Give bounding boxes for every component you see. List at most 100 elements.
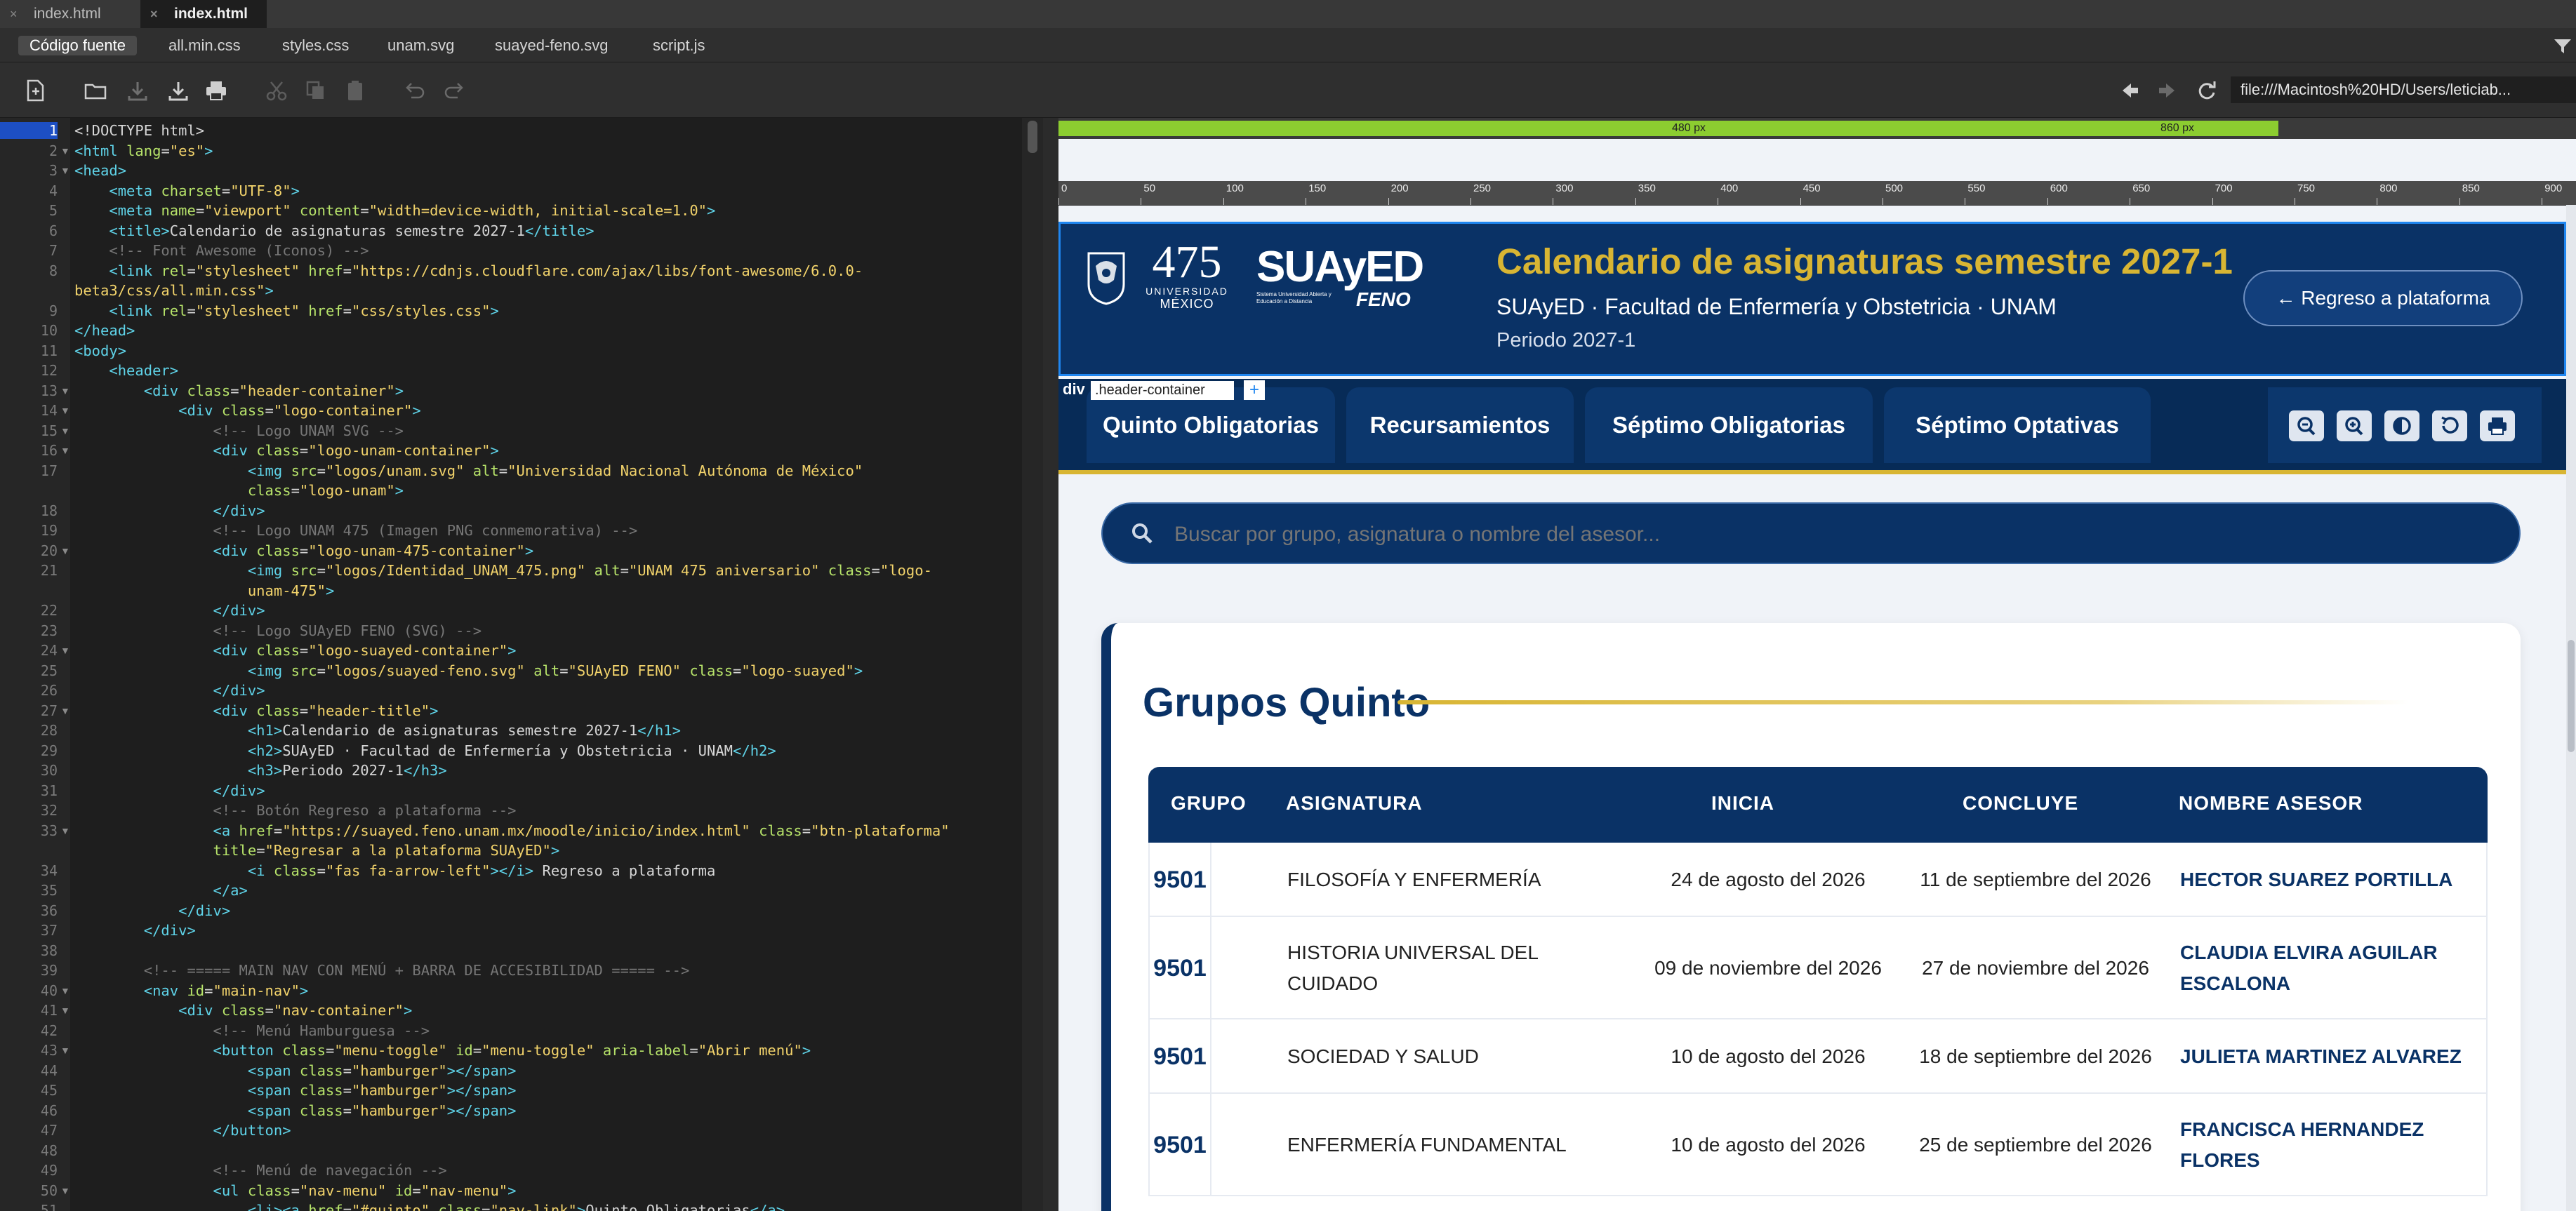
document-tab-label: index.html (34, 6, 101, 22)
undo-icon[interactable] (401, 78, 427, 103)
fold-arrow-icon[interactable]: ▼ (60, 825, 70, 836)
group-number: 9501 (1153, 867, 1207, 893)
fold-arrow-icon[interactable]: ▼ (60, 985, 70, 996)
table-row[interactable]: 9501 SOCIEDAD Y SALUD 10 de agosto del 202… (1148, 1019, 2488, 1094)
code-line: <link rel="stylesheet" href="https://cdn… (109, 262, 863, 279)
line-number: 17 (40, 462, 58, 479)
code-line: <span class="hamburger"></span> (247, 1082, 517, 1099)
subject-name: ENFERMERÍA FUNDAMENTAL (1287, 1134, 1567, 1156)
line-number: 44 (40, 1062, 58, 1079)
end-date: 11 de septiembre del 2026 (1920, 869, 2151, 890)
copy-icon[interactable] (303, 78, 328, 103)
code-line: <div class="header-container"> (143, 382, 404, 399)
line-number: 10 (40, 322, 58, 339)
fold-arrow-icon[interactable]: ▼ (60, 145, 70, 156)
code-line: <img src="logos/unam.svg" alt="Universid… (247, 462, 863, 479)
ruler-label: 0 (1061, 182, 1068, 194)
end-date: 25 de septiembre del 2026 (1919, 1134, 2152, 1156)
tab-recursamientos[interactable]: Recursamientos (1346, 387, 1574, 463)
column-header-asesor: NOMBRE ASESOR (2179, 792, 2363, 814)
fold-arrow-icon[interactable]: ▼ (60, 705, 70, 716)
line-number: 16 (40, 442, 58, 459)
fold-arrow-icon[interactable]: ▼ (60, 1045, 70, 1056)
code-line: <img src="logos/suayed-feno.svg" alt="SU… (247, 662, 863, 679)
related-file-source-code[interactable]: Código fuente (18, 36, 137, 55)
url-field[interactable]: file:///Macintosh%20HD/Users/leticiab... (2231, 76, 2576, 103)
line-number: 41 (40, 1002, 58, 1019)
split-divider[interactable] (1043, 118, 1058, 1211)
line-number: 19 (40, 522, 58, 539)
close-icon[interactable]: × (10, 0, 18, 28)
print-icon[interactable] (204, 78, 229, 103)
feno-logo-text: FENO (1356, 288, 1411, 310)
fold-arrow-icon[interactable]: ▼ (60, 1005, 70, 1016)
close-icon[interactable]: × (150, 0, 158, 28)
code-line: <span class="hamburger"></span> (247, 1062, 517, 1079)
fold-arrow-icon[interactable]: ▼ (60, 385, 70, 396)
code-line: <div class="logo-suayed-container"> (213, 642, 517, 659)
code-line: <nav id="main-nav"> (143, 982, 309, 999)
new-file-icon[interactable] (22, 78, 48, 103)
forward-icon[interactable] (2155, 78, 2180, 103)
fold-arrow-icon[interactable]: ▼ (60, 645, 70, 656)
document-tab-active[interactable]: × index.html (140, 0, 267, 28)
selector-add-button[interactable]: + (1244, 380, 1265, 400)
paste-icon[interactable] (343, 78, 368, 103)
fold-arrow-icon[interactable]: ▼ (60, 165, 70, 176)
code-scrollbar[interactable] (1022, 118, 1043, 1211)
code-line: <!-- Botón Regreso a plataforma --> (213, 802, 517, 819)
fold-arrow-icon[interactable]: ▼ (60, 445, 70, 456)
ruler-label: 350 (1638, 182, 1656, 194)
start-date: 10 de agosto del 2026 (1671, 1134, 1866, 1156)
selector-class[interactable]: .header-container (1091, 381, 1234, 400)
related-file[interactable]: script.js (653, 36, 705, 55)
live-view-scrollbar[interactable] (2566, 205, 2576, 1211)
fold-arrow-icon[interactable]: ▼ (60, 545, 70, 556)
save-icon[interactable] (125, 78, 150, 103)
code-line: </a> (213, 882, 248, 899)
related-file[interactable]: all.min.css (168, 36, 241, 55)
search-input[interactable] (1173, 516, 2474, 553)
code-line: <h1>Calendario de asignaturas semestre 2… (247, 722, 681, 739)
fold-arrow-icon[interactable]: ▼ (60, 425, 70, 436)
table-row[interactable]: 9501 ENFERMERÍA FUNDAMENTAL 10 de agosto d… (1148, 1094, 2488, 1196)
print-icon[interactable] (2480, 410, 2515, 441)
back-to-platform-button[interactable]: ← Regreso a plataforma (2243, 270, 2523, 326)
related-file[interactable]: suayed-feno.svg (495, 36, 608, 55)
filter-icon[interactable] (2554, 38, 2572, 55)
tab-septimo-optativas[interactable]: Séptimo Optativas (1884, 387, 2151, 463)
line-number: 3 (48, 162, 58, 179)
media-query-480[interactable]: 480 px (1058, 121, 1808, 136)
redo-icon[interactable] (442, 78, 467, 103)
save-all-icon[interactable] (166, 78, 191, 103)
fold-arrow-icon[interactable]: ▼ (60, 405, 70, 416)
fold-arrow-icon[interactable]: ▼ (60, 1185, 70, 1196)
media-query-860[interactable]: 860 px (1808, 121, 2278, 136)
open-folder-icon[interactable] (83, 78, 108, 103)
column-header-inicia: INICIA (1711, 792, 1774, 814)
table-row[interactable]: 9501 FILOSOFÍA Y ENFERMERÍA 24 de agosto d… (1148, 843, 2488, 917)
related-file[interactable]: styles.css (282, 36, 349, 55)
back-icon[interactable] (2117, 78, 2142, 103)
table-row[interactable]: 9501 HISTORIA UNIVERSAL DEL CUIDADO 09 de n… (1148, 917, 2488, 1019)
related-file[interactable]: unam.svg (387, 36, 454, 55)
ruler-tick (2459, 198, 2460, 205)
code-line: <!-- Menú Hamburguesa --> (213, 1022, 430, 1039)
line-number: 7 (48, 242, 58, 259)
cut-icon[interactable] (264, 78, 289, 103)
reset-icon[interactable] (2432, 410, 2467, 441)
zoom-in-icon[interactable] (2337, 410, 2372, 441)
page-subtitle: SUAyED · Facultad de Enfermería y Obstet… (1496, 294, 2057, 319)
zoom-out-icon[interactable] (2289, 410, 2324, 441)
tab-septimo-obligatorias[interactable]: Séptimo Obligatorias (1585, 387, 1873, 463)
refresh-icon[interactable] (2194, 78, 2219, 103)
line-number: 18 (40, 502, 58, 519)
code-line: <button class="menu-toggle" id="menu-tog… (213, 1042, 811, 1059)
code-editor[interactable]: 1 2 ▼ 3 ▼ 4 5 6 7 8 9 10 11 12 13 ▼ 14 ▼ 15 ▼ 16 ▼ 17 18 19 20 ▼ 21… (0, 118, 1043, 1211)
code-scrollbar-thumb[interactable] (1028, 121, 1037, 153)
document-tab[interactable]: × index.html (0, 0, 140, 28)
code-line: <header> (109, 362, 179, 379)
contrast-icon[interactable] (2384, 410, 2419, 441)
code-line: </head> (74, 322, 135, 339)
live-view-scrollbar-thumb[interactable] (2568, 640, 2575, 752)
